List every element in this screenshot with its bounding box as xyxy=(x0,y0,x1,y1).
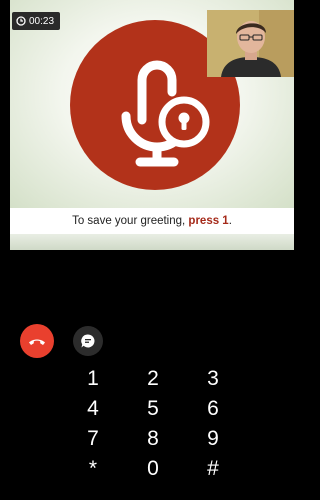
chat-bubble-icon xyxy=(81,334,95,348)
phone-hangup-icon xyxy=(29,339,45,345)
dialpad-key-3[interactable]: 3 xyxy=(183,364,243,394)
dialpad-key-1[interactable]: 1 xyxy=(63,364,123,394)
dialpad-key-7[interactable]: 7 xyxy=(63,424,123,454)
clock-icon xyxy=(16,16,26,26)
greeting-prompt-end: . xyxy=(228,215,232,227)
dialpad-key-hash[interactable]: # xyxy=(183,454,243,484)
greeting-prompt-emphasis: press 1 xyxy=(188,215,229,227)
dialpad-key-6[interactable]: 6 xyxy=(183,394,243,424)
video-greeting-area: 00:23 To save your greeting, press 1. xyxy=(10,0,294,250)
greeting-hero: 00:23 xyxy=(10,0,294,208)
message-button[interactable] xyxy=(73,326,103,356)
dialpad-key-2[interactable]: 2 xyxy=(123,364,183,394)
dialpad-key-0[interactable]: 0 xyxy=(123,454,183,484)
self-view-person xyxy=(207,10,294,77)
dialpad-key-9[interactable]: 9 xyxy=(183,424,243,454)
greeting-prompt-text: To save your greeting, xyxy=(72,215,189,227)
call-timer-text: 00:23 xyxy=(29,15,55,27)
dialpad-key-5[interactable]: 5 xyxy=(123,394,183,424)
dialpad-key-4[interactable]: 4 xyxy=(63,394,123,424)
call-timer: 00:23 xyxy=(12,12,61,30)
end-call-button[interactable] xyxy=(20,324,54,358)
greeting-prompt: To save your greeting, press 1. xyxy=(10,208,294,234)
self-view-video[interactable] xyxy=(207,10,294,77)
dialpad-key-star[interactable]: * xyxy=(63,454,123,484)
video-lower-strip xyxy=(10,234,294,250)
dialpad: 1 2 3 4 5 6 7 8 9 * 0 # xyxy=(63,364,243,500)
dialpad-key-8[interactable]: 8 xyxy=(123,424,183,454)
